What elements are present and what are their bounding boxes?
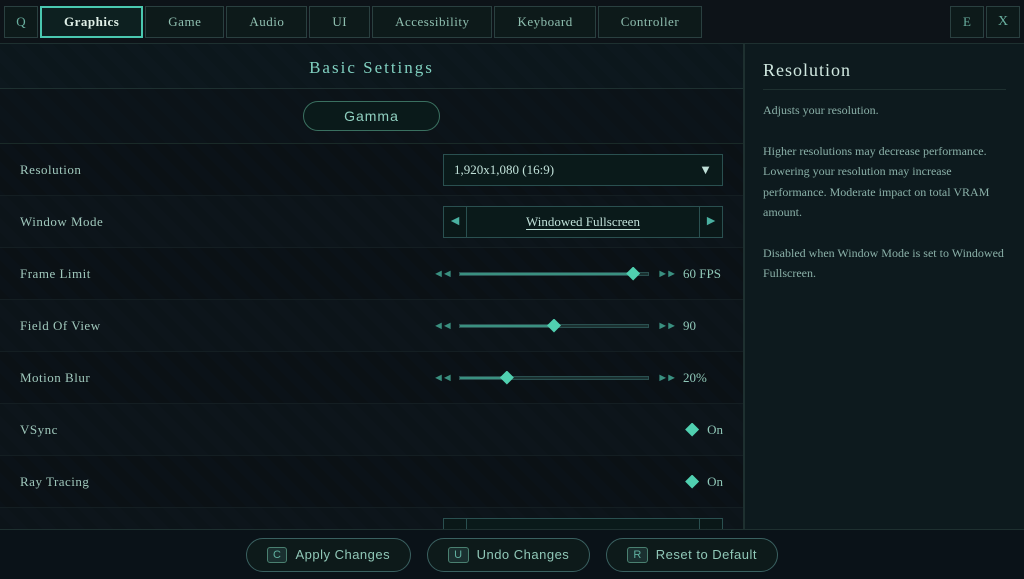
tab-accessibility[interactable]: Accessibility (372, 6, 492, 38)
label-upscaling: Upscaling (20, 526, 220, 530)
fov-fill (460, 325, 554, 327)
vsync-toggle[interactable]: On (685, 422, 723, 438)
slider-right-arrows-fov: ►► (657, 320, 675, 332)
motion-blur-slider: ◄◄ ►► 20% (433, 370, 723, 386)
apply-changes-button[interactable]: C Apply Changes (246, 538, 411, 572)
right-panel-desc: Adjusts your resolution. Higher resoluti… (763, 100, 1006, 284)
label-resolution: Resolution (20, 162, 220, 178)
tab-controller[interactable]: Controller (598, 6, 702, 38)
gamma-btn-row: Gamma (0, 89, 743, 144)
close-button[interactable]: X (986, 6, 1020, 38)
reset-label: Reset to Default (656, 547, 757, 562)
resolution-dropdown[interactable]: 1,920x1,080 (16:9) ▼ (443, 154, 723, 186)
ray-tracing-value: On (707, 474, 723, 490)
control-vsync[interactable]: On (220, 422, 723, 438)
vsync-value: On (707, 422, 723, 438)
slider-left-arrows: ◄◄ (433, 268, 451, 280)
motion-blur-track[interactable] (459, 376, 649, 380)
dropdown-arrow-icon: ▼ (699, 162, 712, 178)
control-upscaling: ◄ AMD FidelityFX 3 ► (220, 518, 723, 530)
label-ray-tracing: Ray Tracing (20, 474, 220, 490)
nav-left-icon[interactable]: Q (4, 6, 38, 38)
fov-slider: ◄◄ ►► 90 (433, 318, 723, 334)
apply-key: C (267, 547, 287, 563)
control-fov: ◄◄ ►► 90 (220, 318, 723, 334)
label-motion-blur: Motion Blur (20, 370, 220, 386)
frame-limit-value: 60 FPS (683, 266, 723, 282)
tab-game[interactable]: Game (145, 6, 224, 38)
slider-right-arrows: ►► (657, 268, 675, 280)
frame-limit-slider: ◄◄ ►► 60 FPS (433, 266, 723, 282)
control-motion-blur: ◄◄ ►► 20% (220, 370, 723, 386)
window-mode-selector: ◄ Windowed Fullscreen ► (443, 206, 723, 238)
undo-key: U (448, 547, 468, 563)
ray-tracing-toggle[interactable]: On (685, 474, 723, 490)
gamma-button[interactable]: Gamma (303, 101, 440, 131)
upscaling-next[interactable]: ► (699, 518, 723, 530)
frame-limit-track[interactable] (459, 272, 649, 276)
fov-value: 90 (683, 318, 723, 334)
window-mode-prev[interactable]: ◄ (443, 206, 467, 238)
motion-blur-thumb[interactable] (500, 371, 514, 385)
setting-row-ray-tracing: Ray Tracing On (0, 456, 743, 508)
label-window-mode: Window Mode (20, 214, 220, 230)
window-mode-value: Windowed Fullscreen (467, 206, 699, 238)
control-resolution: 1,920x1,080 (16:9) ▼ (220, 154, 723, 186)
right-panel-title: Resolution (763, 60, 1006, 90)
ray-tracing-diamond-icon (685, 475, 699, 489)
upscaling-value: AMD FidelityFX 3 (467, 518, 699, 530)
vsync-diamond-icon (685, 423, 699, 437)
setting-row-fov: Field Of View ◄◄ ►► 90 (0, 300, 743, 352)
setting-row-motion-blur: Motion Blur ◄◄ ►► 20% (0, 352, 743, 404)
fov-track[interactable] (459, 324, 649, 328)
control-frame-limit: ◄◄ ►► 60 FPS (220, 266, 723, 282)
undo-label: Undo Changes (477, 547, 570, 562)
fov-thumb[interactable] (547, 319, 561, 333)
window-mode-next[interactable]: ► (699, 206, 723, 238)
control-window-mode: ◄ Windowed Fullscreen ► (220, 206, 723, 238)
bottom-bar: C Apply Changes U Undo Changes R Reset t… (0, 529, 1024, 579)
main-layout: Basic Settings Gamma Resolution 1,920x1,… (0, 44, 1024, 529)
control-ray-tracing[interactable]: On (220, 474, 723, 490)
settings-list: Resolution 1,920x1,080 (16:9) ▼ Window M… (0, 144, 743, 529)
motion-blur-fill (460, 377, 507, 379)
frame-limit-fill (460, 273, 633, 275)
tab-ui[interactable]: UI (309, 6, 370, 38)
setting-row-vsync: VSync On (0, 404, 743, 456)
tab-audio[interactable]: Audio (226, 6, 307, 38)
frame-limit-thumb[interactable] (626, 267, 640, 281)
tab-keyboard[interactable]: Keyboard (494, 6, 595, 38)
setting-row-frame-limit: Frame Limit ◄◄ ►► 60 FPS (0, 248, 743, 300)
slider-right-arrows-mb: ►► (657, 372, 675, 384)
reset-to-default-button[interactable]: R Reset to Default (606, 538, 778, 572)
motion-blur-value: 20% (683, 370, 723, 386)
left-panel: Basic Settings Gamma Resolution 1,920x1,… (0, 44, 744, 529)
label-fov: Field Of View (20, 318, 220, 334)
slider-left-arrows-mb: ◄◄ (433, 372, 451, 384)
resolution-value: 1,920x1,080 (16:9) (454, 162, 554, 178)
upscaling-selector: ◄ AMD FidelityFX 3 ► (443, 518, 723, 530)
reset-key: R (627, 547, 647, 563)
setting-row-resolution: Resolution 1,920x1,080 (16:9) ▼ (0, 144, 743, 196)
tab-graphics[interactable]: Graphics (40, 6, 143, 38)
top-navigation: Q Graphics Game Audio UI Accessibility K… (0, 0, 1024, 44)
right-panel: Resolution Adjusts your resolution. High… (744, 44, 1024, 529)
label-vsync: VSync (20, 422, 220, 438)
apply-label: Apply Changes (295, 547, 390, 562)
section-title: Basic Settings (0, 44, 743, 89)
slider-left-arrows-fov: ◄◄ (433, 320, 451, 332)
setting-row-upscaling: Upscaling ◄ AMD FidelityFX 3 ► (0, 508, 743, 529)
setting-row-window-mode: Window Mode ◄ Windowed Fullscreen ► (0, 196, 743, 248)
undo-changes-button[interactable]: U Undo Changes (427, 538, 590, 572)
label-frame-limit: Frame Limit (20, 266, 220, 282)
nav-right-icon[interactable]: E (950, 6, 984, 38)
upscaling-prev[interactable]: ◄ (443, 518, 467, 530)
